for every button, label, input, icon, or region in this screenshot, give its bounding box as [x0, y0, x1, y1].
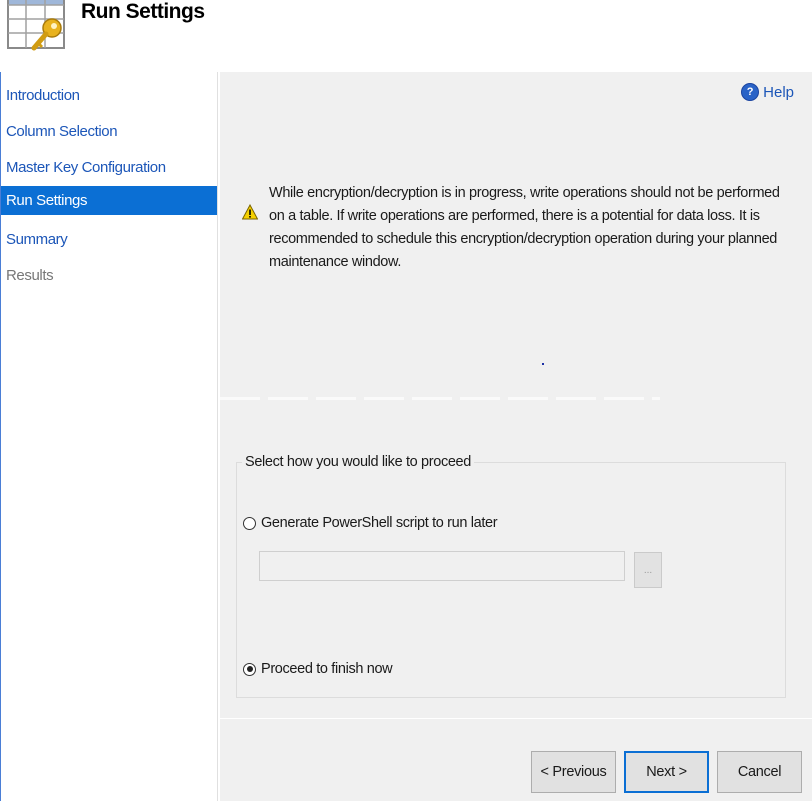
- browse-button[interactable]: ...: [634, 552, 662, 588]
- wizard-header: Run Settings: [0, 0, 812, 72]
- sidebar-item-run-settings[interactable]: Run Settings: [1, 186, 217, 215]
- sidebar-item-introduction[interactable]: Introduction: [1, 81, 217, 110]
- help-icon: ?: [741, 83, 760, 101]
- table-key-icon: [6, 0, 66, 52]
- proceed-now-radio[interactable]: [243, 662, 256, 676]
- next-button[interactable]: Next >: [624, 751, 709, 793]
- sidebar-item-master-key-configuration[interactable]: Master Key Configuration: [1, 153, 217, 182]
- script-path-input[interactable]: [259, 551, 625, 581]
- previous-button[interactable]: < Previous: [531, 751, 616, 793]
- proceed-now-option[interactable]: Proceed to finish now: [243, 661, 393, 677]
- separator: [220, 397, 660, 400]
- sidebar-item-summary[interactable]: Summary: [1, 225, 217, 254]
- cancel-button[interactable]: Cancel: [717, 751, 802, 793]
- generate-script-option[interactable]: Generate PowerShell script to run later: [243, 515, 498, 531]
- page-title: Run Settings: [81, 0, 205, 23]
- groupbox-legend: Select how you would like to proceed: [242, 454, 474, 470]
- help-link[interactable]: ? Help: [741, 83, 794, 101]
- proceed-now-label: Proceed to finish now: [261, 661, 393, 677]
- warning-text: While encryption/decryption is in progre…: [269, 185, 780, 270]
- content-panel: ? Help While encryption/decryption is in…: [220, 72, 812, 801]
- sidebar-item-results: Results: [6, 267, 54, 284]
- wizard-nav: Introduction Column Selection Master Key…: [0, 72, 218, 801]
- proceed-groupbox: Select how you would like to proceed Gen…: [236, 454, 786, 698]
- help-label: Help: [763, 83, 794, 101]
- footer-divider: [220, 718, 812, 719]
- generate-script-label: Generate PowerShell script to run later: [261, 515, 498, 531]
- generate-script-radio[interactable]: [243, 516, 256, 530]
- warning-icon: [241, 203, 259, 220]
- progress-dot: [542, 363, 544, 365]
- sidebar-item-column-selection[interactable]: Column Selection: [1, 117, 217, 146]
